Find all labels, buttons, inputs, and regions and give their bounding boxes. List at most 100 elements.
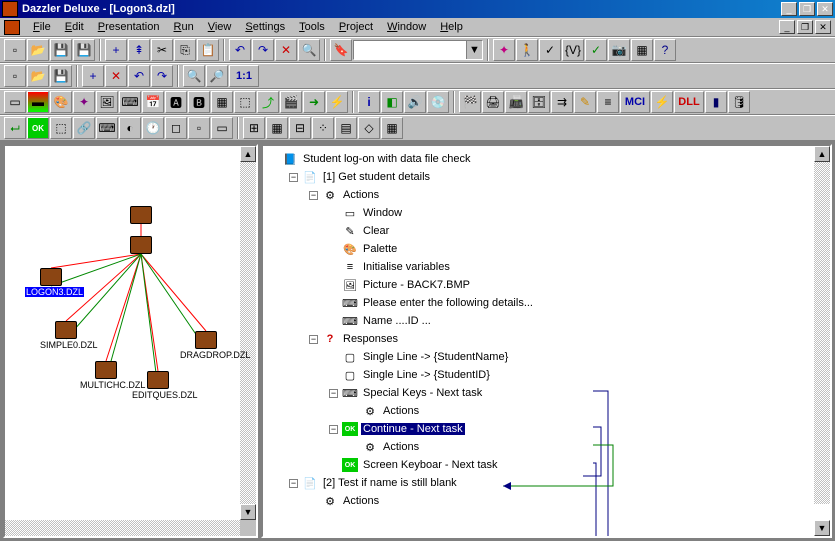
- act-b[interactable]: 🅱: [188, 91, 210, 113]
- tree-node[interactable]: −?Responses: [269, 330, 812, 348]
- collapse-icon[interactable]: −: [289, 479, 298, 488]
- scroll-down[interactable]: ▼: [240, 504, 256, 520]
- act-info[interactable]: i: [358, 91, 380, 113]
- zoomin-button[interactable]: 🔍: [183, 65, 205, 87]
- minimize-button[interactable]: _: [781, 2, 797, 16]
- paste-button[interactable]: 📋: [197, 39, 219, 61]
- help-button[interactable]: ?: [654, 39, 676, 61]
- resp-diamond[interactable]: ◇: [358, 117, 380, 139]
- act-palette[interactable]: 🎨: [50, 91, 72, 113]
- act-scan[interactable]: 📠: [505, 91, 527, 113]
- tree-node[interactable]: ✎Clear: [269, 222, 812, 240]
- tree-scroll-down[interactable]: ▼: [814, 520, 830, 536]
- tree-node[interactable]: −📄[1] Get student details: [269, 168, 812, 186]
- act-sound[interactable]: 🔊: [404, 91, 426, 113]
- menu-project[interactable]: Project: [332, 20, 380, 34]
- tree-node[interactable]: 📘Student log-on with data file check: [269, 150, 812, 168]
- undo2-button[interactable]: ↶: [128, 65, 150, 87]
- menu-run[interactable]: Run: [167, 20, 201, 34]
- resp-clock[interactable]: 🕐: [142, 117, 164, 139]
- act-print[interactable]: 🖨: [482, 91, 504, 113]
- node-editques.dzl[interactable]: [147, 371, 169, 389]
- resp-char[interactable]: ◐: [119, 117, 141, 139]
- resp-table[interactable]: ▤: [335, 117, 357, 139]
- tree-node[interactable]: −⚙Actions: [269, 186, 812, 204]
- menu-window[interactable]: Window: [380, 20, 433, 34]
- resp-tabs[interactable]: ⊞: [243, 117, 265, 139]
- grid-button[interactable]: ▦: [631, 39, 653, 61]
- node-logon3.dzl[interactable]: [40, 268, 62, 286]
- delete2-button[interactable]: ✕: [105, 65, 127, 87]
- act-flag[interactable]: 🏁: [459, 91, 481, 113]
- tree-node[interactable]: −📄[2] Test if name is still blank: [269, 474, 812, 492]
- collapse-icon[interactable]: −: [309, 191, 318, 200]
- resp-matrix[interactable]: ▦: [381, 117, 403, 139]
- act-c[interactable]: ▦: [211, 91, 233, 113]
- tree-node[interactable]: ⚙Actions: [269, 402, 812, 420]
- resp-group[interactable]: ▦: [266, 117, 288, 139]
- mdi-restore-button[interactable]: ❐: [797, 20, 813, 34]
- save-button[interactable]: 💾: [50, 39, 72, 61]
- act-lightning[interactable]: ⚡: [326, 91, 348, 113]
- act-star[interactable]: ✦: [73, 91, 95, 113]
- menu-edit[interactable]: Edit: [58, 20, 91, 34]
- tree-node[interactable]: ▢Single Line -> {StudentName}: [269, 348, 812, 366]
- tree-view[interactable]: 📘Student log-on with data file check−📄[1…: [263, 146, 814, 536]
- save2-button[interactable]: 💾: [50, 65, 72, 87]
- act-link[interactable]: ⇉: [551, 91, 573, 113]
- resp-key[interactable]: ⌨: [96, 117, 118, 139]
- open2-button[interactable]: 📂: [27, 65, 49, 87]
- tree-node[interactable]: 🖼Picture - BACK7.BMP: [269, 276, 812, 294]
- mdi-close-button[interactable]: ✕: [815, 20, 831, 34]
- scroll-track-v[interactable]: [240, 162, 256, 504]
- menu-help[interactable]: Help: [433, 20, 470, 34]
- act-cyl[interactable]: 🛢: [728, 91, 750, 113]
- node-dragdrop.dzl[interactable]: [195, 331, 217, 349]
- act-film[interactable]: 🎬: [280, 91, 302, 113]
- collapse-icon[interactable]: −: [289, 173, 298, 182]
- act-erase[interactable]: ◧: [381, 91, 403, 113]
- scroll-track-h[interactable]: [5, 520, 240, 536]
- saveall-button[interactable]: 💾: [73, 39, 95, 61]
- act-mci[interactable]: MCI: [620, 91, 650, 113]
- check2-button[interactable]: ✓: [585, 39, 607, 61]
- diagram-canvas[interactable]: LOGON3.DZLSIMPLE0.DZLMULTICHC.DZLEDITQUE…: [5, 206, 240, 520]
- tree-node[interactable]: ⌨Name ....ID ...: [269, 312, 812, 330]
- close-button[interactable]: ✕: [817, 2, 833, 16]
- act-cal[interactable]: 📅: [142, 91, 164, 113]
- act-pencil[interactable]: ✎: [574, 91, 596, 113]
- act-d[interactable]: ⬚: [234, 91, 256, 113]
- act-fill[interactable]: ▬: [27, 91, 49, 113]
- node-simple0.dzl[interactable]: [55, 321, 77, 339]
- collapse-icon[interactable]: −: [329, 389, 338, 398]
- resp-stop[interactable]: ◻: [165, 117, 187, 139]
- tree-scroll-up[interactable]: ▲: [814, 146, 830, 162]
- collapse-icon[interactable]: −: [329, 425, 338, 434]
- act-disk[interactable]: 💿: [427, 91, 449, 113]
- tree-node[interactable]: OKScreen Keyboar - Next task: [269, 456, 812, 474]
- scroll-up[interactable]: ▲: [240, 146, 256, 162]
- find-button[interactable]: 🔍: [298, 39, 320, 61]
- tree-node[interactable]: 🎨Palette: [269, 240, 812, 258]
- anchor-button[interactable]: ⇞: [128, 39, 150, 61]
- menu-settings[interactable]: Settings: [238, 20, 292, 34]
- redo-button[interactable]: ↷: [252, 39, 274, 61]
- tree-node[interactable]: −OKContinue - Next task: [269, 420, 812, 438]
- tree-node[interactable]: −⌨Special Keys - Next task: [269, 384, 812, 402]
- vars-button[interactable]: {V}: [562, 39, 584, 61]
- resp-dots[interactable]: ⁘: [312, 117, 334, 139]
- cut-button[interactable]: ✂: [151, 39, 173, 61]
- undo-button[interactable]: ↶: [229, 39, 251, 61]
- tree-node[interactable]: ▢Single Line -> {StudentID}: [269, 366, 812, 384]
- node-mid[interactable]: [130, 236, 152, 254]
- resp-link[interactable]: 🔗: [73, 117, 95, 139]
- resp-grid[interactable]: ⊟: [289, 117, 311, 139]
- act-bolt[interactable]: ⚡: [651, 91, 673, 113]
- tree-node[interactable]: ≡Initialise variables: [269, 258, 812, 276]
- tree-node[interactable]: ⌨Please enter the following details...: [269, 294, 812, 312]
- resp-doc[interactable]: ▫: [188, 117, 210, 139]
- copy-button[interactable]: ⎘: [174, 39, 196, 61]
- act-a[interactable]: 🅰: [165, 91, 187, 113]
- redo2-button[interactable]: ↷: [151, 65, 173, 87]
- act-pict[interactable]: 🖼: [96, 91, 118, 113]
